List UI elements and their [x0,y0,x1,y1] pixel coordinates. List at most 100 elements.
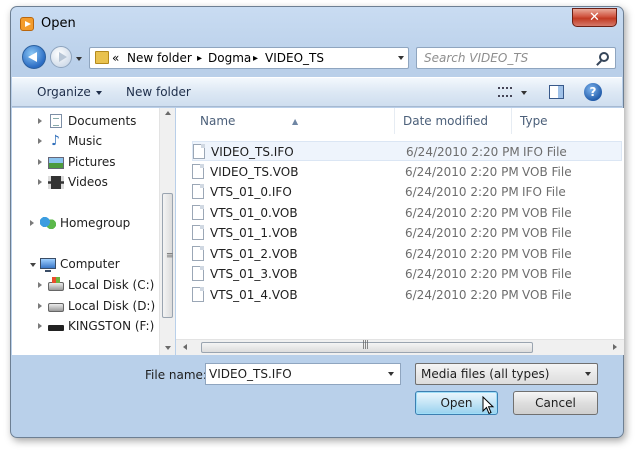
file-name-value: VIDEO_TS.IFO [209,367,292,381]
new-folder-button[interactable]: New folder [126,85,191,99]
file-icon [192,184,204,199]
file-row[interactable]: VIDEO_TS.IFO 6/24/2010 2:20 PM IFO File [192,141,622,161]
file-row[interactable]: VTS_01_2.VOB 6/24/2010 2:20 PM VOB File [192,244,622,264]
file-type-filter-select[interactable]: Media files (all types) [415,363,598,385]
breadcrumb-separator-icon[interactable]: ▸ [197,53,202,64]
system-drive-icon [48,277,64,291]
organize-button[interactable]: Organize [37,85,102,99]
file-icon [192,225,204,240]
nav-label: Music [68,134,103,148]
file-date: 6/24/2010 2:20 PM [405,267,519,281]
file-list-horizontal-scrollbar[interactable]: ||| [176,339,624,355]
file-row[interactable]: VTS_01_4.VOB 6/24/2010 2:20 PM VOB File [192,285,622,305]
search-box[interactable]: Search VIDEO_TS [416,47,616,69]
chevron-down-icon [95,90,102,95]
scroll-left-arrow-icon[interactable] [183,344,187,350]
file-row[interactable]: VTS_01_0.IFO 6/24/2010 2:20 PM IFO File [192,182,622,202]
chevron-down-icon [585,372,591,376]
search-icon[interactable] [599,52,609,62]
file-date: 6/24/2010 2:20 PM [405,288,519,302]
file-row[interactable]: VTS_01_1.VOB 6/24/2010 2:20 PM VOB File [192,223,622,243]
organize-label: Organize [37,85,91,99]
media-player-app-icon [20,17,34,31]
breadcrumb-video-ts[interactable]: VIDEO_TS [265,51,324,65]
file-icon [192,164,204,179]
breadcrumb-dogma[interactable]: Dogma [208,51,251,65]
file-type: VOB File [522,206,572,220]
forward-button[interactable] [50,46,72,68]
close-button[interactable]: ✕ [572,8,617,27]
file-date: 6/24/2010 2:20 PM [405,247,519,261]
file-type: VOB File [522,165,572,179]
scrollbar-thumb[interactable]: ≡ [162,193,174,318]
file-date: 6/24/2010 2:20 PM [405,185,519,199]
nav-label: Pictures [68,155,116,169]
help-icon[interactable]: ? [584,83,602,101]
navigation-pane[interactable]: Documents ♪ Music Pictures Videos Homegr… [12,108,175,355]
grip-icon: ≡ [166,251,174,261]
nav-label: Documents [68,114,137,128]
file-icon [192,205,204,220]
file-name: VTS_01_1.VOB [210,226,298,240]
scroll-right-arrow-icon[interactable] [613,344,617,350]
file-name: VIDEO_TS.VOB [210,165,299,179]
search-placeholder: Search VIDEO_TS [424,51,529,65]
file-icon [192,287,204,302]
scroll-up-arrow-icon[interactable] [165,111,171,115]
file-type: IFO File [522,185,566,199]
collapse-arrow-icon[interactable] [30,263,36,267]
breadcrumb-new-folder[interactable]: New folder [127,51,192,65]
column-header-type[interactable]: Type [512,108,624,134]
homegroup-icon [40,216,56,231]
expand-arrow-icon[interactable] [38,159,42,165]
open-dialog: Open ✕ « New folder ▸ Dogma ▸ VIDEO_TS ⇆… [10,6,624,438]
navigation-row: « New folder ▸ Dogma ▸ VIDEO_TS ⇆ Search… [11,43,623,75]
file-row[interactable]: VTS_01_3.VOB 6/24/2010 2:20 PM VOB File [192,264,622,284]
file-name-input[interactable]: VIDEO_TS.IFO [205,363,401,385]
file-row[interactable]: VTS_01_0.VOB 6/24/2010 2:20 PM VOB File [192,203,622,223]
address-history-dropdown-icon[interactable] [398,56,404,60]
file-icon [192,266,204,281]
expand-arrow-icon[interactable] [38,138,42,144]
sort-ascending-icon: ▲ [292,117,299,126]
file-row[interactable]: VIDEO_TS.VOB 6/24/2010 2:20 PM VOB File [192,162,622,182]
file-date: 6/24/2010 2:20 PM [405,206,519,220]
file-name: VTS_01_0.VOB [210,206,298,220]
file-name: VTS_01_3.VOB [210,267,298,281]
scrollbar-thumb[interactable]: ||| [201,340,533,353]
recent-pages-dropdown-icon[interactable] [76,57,82,61]
expand-arrow-icon[interactable] [38,118,42,124]
cancel-button[interactable]: Cancel [513,391,598,415]
title-bar[interactable]: Open ✕ [11,7,623,37]
scroll-down-arrow-icon[interactable] [165,346,171,350]
pictures-icon [48,157,64,169]
expand-arrow-icon[interactable] [38,303,42,309]
column-header-name[interactable]: Name ▲ [192,108,395,134]
file-type: IFO File [523,145,567,159]
back-button[interactable] [22,45,46,69]
nav-label: KINGSTON (F:) [68,319,155,333]
file-list[interactable]: Name ▲ Date modified Type VIDEO_TS.IFO 6… [176,108,624,355]
file-name-label: File name: [145,368,207,382]
expand-arrow-icon[interactable] [38,282,42,288]
nav-label: Local Disk (D:) [68,299,156,313]
preview-pane-icon[interactable] [549,85,564,99]
music-icon: ♪ [51,133,60,149]
file-name-history-dropdown-icon[interactable] [388,372,394,376]
breadcrumb-overflow[interactable]: « [112,51,119,65]
file-name: VTS_01_0.IFO [210,185,292,199]
file-type: VOB File [522,226,572,240]
expand-arrow-icon[interactable] [38,179,42,185]
address-bar[interactable]: « New folder ▸ Dogma ▸ VIDEO_TS [89,47,409,69]
nav-vertical-scrollbar[interactable]: ≡ [159,108,175,355]
expand-arrow-icon[interactable] [30,220,34,226]
nav-label: Videos [68,175,108,189]
file-type: VOB File [522,267,572,281]
file-date: 6/24/2010 2:20 PM [406,145,520,159]
file-name: VIDEO_TS.IFO [211,145,294,159]
change-view-icon[interactable] [498,87,512,97]
breadcrumb-separator-icon[interactable]: ▸ [253,53,258,64]
expand-arrow-icon[interactable] [38,323,42,329]
more-views-dropdown-icon[interactable] [521,91,527,95]
column-header-date-modified[interactable]: Date modified [395,108,512,134]
